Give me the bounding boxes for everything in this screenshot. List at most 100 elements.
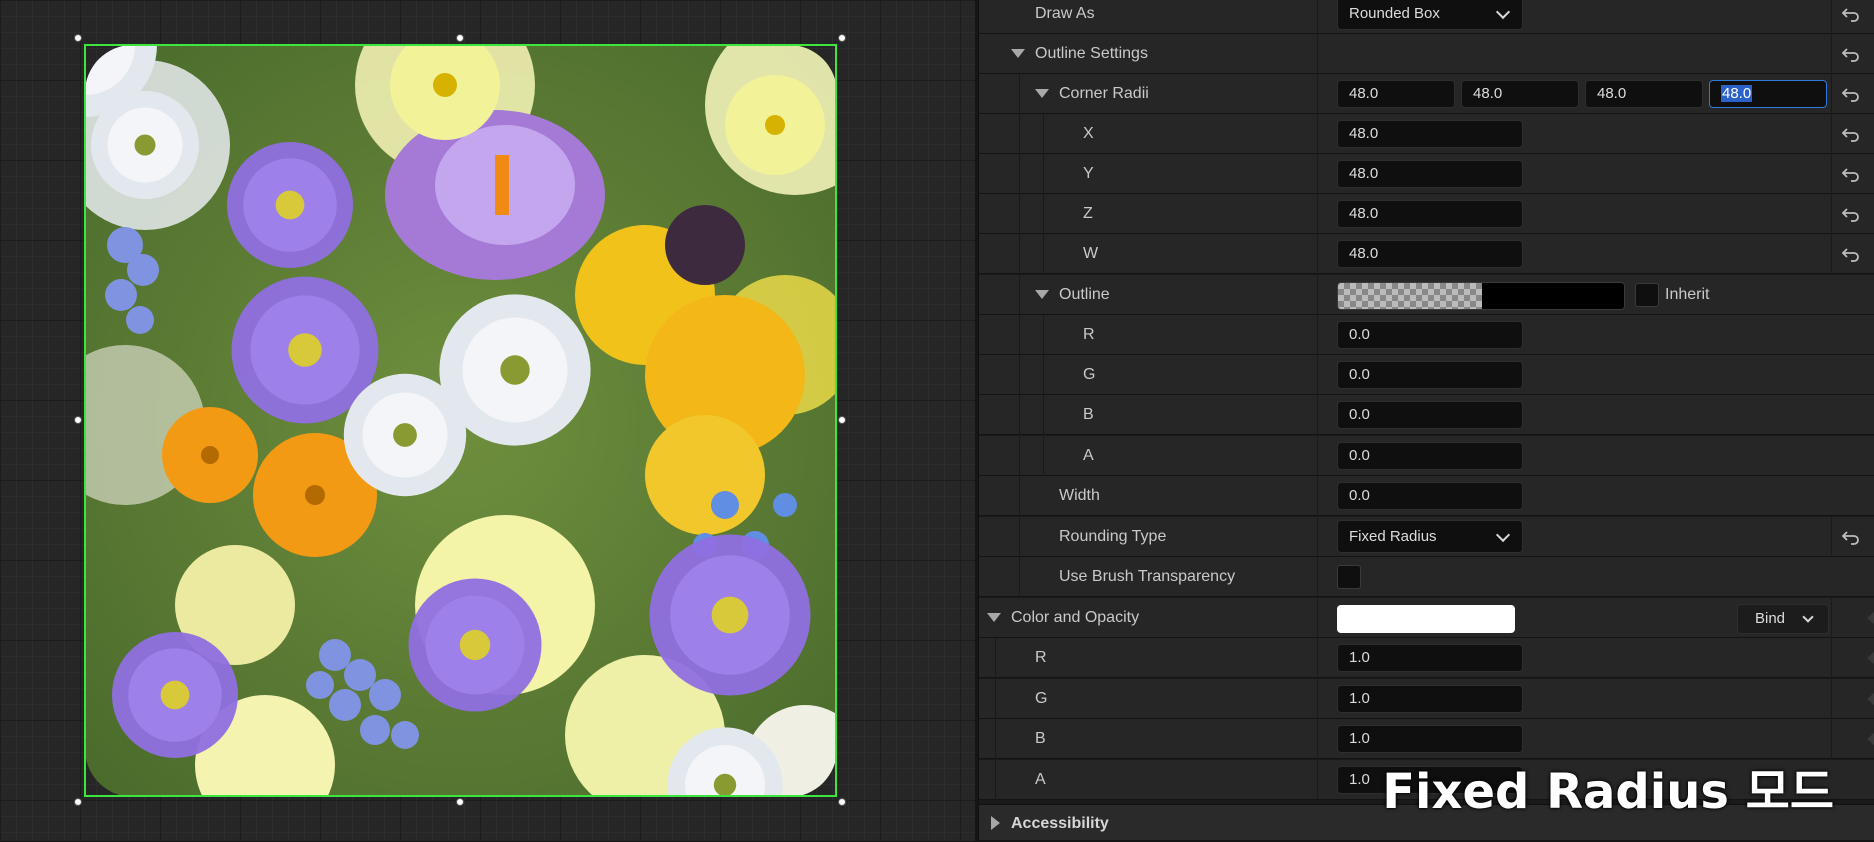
corner-radii-x-field[interactable]: 48.0: [1337, 80, 1455, 108]
flower-image: [85, 45, 837, 797]
row-color-r: R 1.0: [979, 638, 1874, 678]
draw-as-value: Rounded Box: [1349, 5, 1440, 22]
row-outline-r: R 0.0: [979, 315, 1874, 355]
resize-handle-bottom-right[interactable]: [838, 798, 846, 806]
outline-b-label: B: [1083, 406, 1094, 423]
outline-color-swatch[interactable]: [1337, 282, 1625, 310]
reset-arrow-icon[interactable]: [1841, 44, 1861, 64]
reset-arrow-icon[interactable]: [1841, 124, 1861, 144]
color-r-field[interactable]: 1.0: [1337, 644, 1523, 672]
row-color-g: G 1.0: [979, 679, 1874, 719]
outline-r-label: R: [1083, 326, 1095, 343]
collapse-triangle-icon[interactable]: [987, 613, 1001, 622]
corner-y-field[interactable]: 48.0: [1337, 160, 1523, 188]
image-widget-preview[interactable]: [85, 45, 837, 797]
draw-as-dropdown[interactable]: Rounded Box: [1337, 0, 1523, 30]
rounding-type-value: Fixed Radius: [1349, 528, 1437, 545]
chevron-down-icon: [1802, 611, 1814, 623]
row-width: Width 0.0: [979, 476, 1874, 516]
collapse-triangle-icon[interactable]: [1035, 290, 1049, 299]
corner-x-label: X: [1083, 125, 1094, 142]
binding-arrow-icon: [1867, 612, 1874, 624]
corner-y-label: Y: [1083, 165, 1094, 182]
expand-triangle-icon[interactable]: [991, 816, 1000, 830]
resize-handle-top[interactable]: [456, 34, 464, 42]
color-and-opacity-swatch[interactable]: [1337, 605, 1515, 633]
row-corner-z: Z 48.0: [979, 194, 1874, 234]
width-field[interactable]: 0.0: [1337, 482, 1523, 510]
outline-a-field[interactable]: 0.0: [1337, 442, 1523, 470]
reset-arrow-icon[interactable]: [1841, 164, 1861, 184]
collapse-triangle-icon[interactable]: [1035, 89, 1049, 98]
resize-handle-top-left[interactable]: [74, 34, 82, 42]
row-corner-x: X 48.0: [979, 114, 1874, 154]
outline-settings-label: Outline Settings: [1035, 45, 1148, 62]
chevron-down-icon: [1495, 527, 1511, 543]
color-a-label: A: [1035, 771, 1046, 788]
binding-arrow-icon: [1867, 693, 1874, 705]
collapse-triangle-icon[interactable]: [1011, 49, 1025, 58]
row-color-and-opacity[interactable]: Color and Opacity Bind: [979, 598, 1874, 638]
corner-radii-z-field[interactable]: 48.0: [1585, 80, 1703, 108]
corner-x-field[interactable]: 48.0: [1337, 120, 1523, 148]
corner-radii-label: Corner Radii: [1059, 85, 1149, 102]
row-outline-settings[interactable]: Outline Settings: [979, 34, 1874, 74]
outline-a-label: A: [1083, 447, 1094, 464]
use-brush-transparency-label: Use Brush Transparency: [1059, 568, 1236, 585]
rounding-type-label: Rounding Type: [1059, 528, 1167, 545]
color-r-label: R: [1035, 649, 1047, 666]
row-use-brush-transparency: Use Brush Transparency: [979, 557, 1874, 597]
draw-as-label: Draw As: [1035, 5, 1095, 22]
outline-label: Outline: [1059, 286, 1110, 303]
accessibility-label: Accessibility: [1011, 815, 1109, 832]
resize-handle-right[interactable]: [838, 416, 846, 424]
row-rounding-type: Rounding Type Fixed Radius: [979, 517, 1874, 557]
resize-handle-top-right[interactable]: [838, 34, 846, 42]
selected-text: 48.0: [1721, 85, 1753, 102]
corner-w-label: W: [1083, 245, 1099, 262]
reset-arrow-icon[interactable]: [1841, 244, 1861, 264]
corner-w-field[interactable]: 48.0: [1337, 240, 1523, 268]
outline-b-field[interactable]: 0.0: [1337, 401, 1523, 429]
color-b-label: B: [1035, 730, 1046, 747]
designer-viewport[interactable]: [0, 0, 975, 841]
row-outline-a: A 0.0: [979, 436, 1874, 476]
row-outline-g: G 0.0: [979, 355, 1874, 395]
row-corner-radii[interactable]: Corner Radii 48.0 48.0 48.0 48.0: [979, 74, 1874, 114]
rounding-type-dropdown[interactable]: Fixed Radius: [1337, 520, 1523, 553]
color-b-field[interactable]: 1.0: [1337, 725, 1523, 753]
binding-arrow-icon: [1867, 733, 1874, 745]
corner-z-label: Z: [1083, 205, 1093, 222]
outline-g-label: G: [1083, 366, 1096, 383]
inherit-checkbox[interactable]: [1635, 283, 1659, 307]
color-and-opacity-label: Color and Opacity: [1011, 609, 1140, 626]
details-panel: Draw As Rounded Box Outline Settings Cor…: [978, 0, 1874, 841]
use-brush-transparency-checkbox[interactable]: [1337, 565, 1361, 589]
row-outline-b: B 0.0: [979, 395, 1874, 435]
color-g-label: G: [1035, 690, 1048, 707]
row-corner-w: W 48.0: [979, 234, 1874, 274]
outline-g-field[interactable]: 0.0: [1337, 361, 1523, 389]
corner-z-field[interactable]: 48.0: [1337, 200, 1523, 228]
row-outline[interactable]: Outline Inherit: [979, 275, 1874, 315]
resize-handle-left[interactable]: [74, 416, 82, 424]
row-draw-as: Draw As Rounded Box: [979, 0, 1874, 34]
outline-r-field[interactable]: 0.0: [1337, 321, 1523, 349]
inherit-label: Inherit: [1665, 286, 1710, 303]
reset-arrow-icon[interactable]: [1841, 4, 1861, 24]
width-label: Width: [1059, 487, 1100, 504]
bind-dropdown[interactable]: Bind: [1737, 604, 1829, 634]
binding-arrow-icon: [1867, 652, 1874, 664]
chevron-down-icon: [1495, 4, 1511, 20]
corner-radii-y-field[interactable]: 48.0: [1461, 80, 1579, 108]
resize-handle-bottom-left[interactable]: [74, 798, 82, 806]
reset-arrow-icon[interactable]: [1841, 204, 1861, 224]
row-corner-y: Y 48.0: [979, 154, 1874, 194]
color-g-field[interactable]: 1.0: [1337, 685, 1523, 713]
overlay-caption: Fixed Radius 모드: [1382, 764, 1834, 820]
resize-handle-bottom[interactable]: [456, 798, 464, 806]
reset-arrow-icon[interactable]: [1841, 84, 1861, 104]
reset-arrow-icon[interactable]: [1841, 527, 1861, 547]
bind-label: Bind: [1755, 610, 1786, 627]
corner-radii-w-field[interactable]: 48.0: [1709, 80, 1827, 108]
